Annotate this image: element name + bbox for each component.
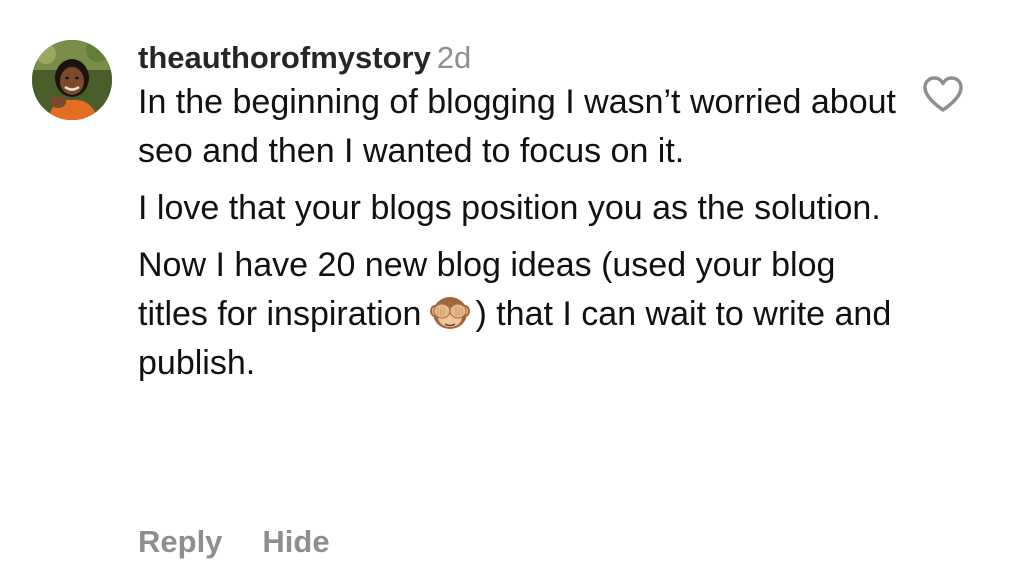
- username[interactable]: theauthorofmystory: [138, 40, 431, 75]
- comment-paragraph-2: I love that your blogs position you as t…: [138, 189, 881, 227]
- comment-header: theauthorofmystory 2d: [138, 38, 898, 78]
- see-no-evil-monkey-icon: [427, 291, 473, 331]
- comment-paragraph-1: In the beginning of blogging I wasn’t wo…: [138, 83, 896, 170]
- reply-button[interactable]: Reply: [138, 524, 222, 559]
- heart-outline-icon: [923, 76, 963, 112]
- timestamp[interactable]: 2d: [437, 40, 471, 75]
- hide-button[interactable]: Hide: [262, 524, 329, 559]
- comment-paragraph-3: Now I have 20 new blog ideas (used your …: [138, 241, 898, 388]
- comment-body: theauthorofmystory 2d In the beginning of…: [138, 38, 898, 388]
- like-button[interactable]: [921, 74, 965, 114]
- avatar[interactable]: [32, 40, 112, 120]
- comment: theauthorofmystory 2d In the beginning of…: [0, 0, 1016, 582]
- avatar-image: [32, 40, 112, 120]
- comment-actions: Reply Hide: [138, 520, 330, 564]
